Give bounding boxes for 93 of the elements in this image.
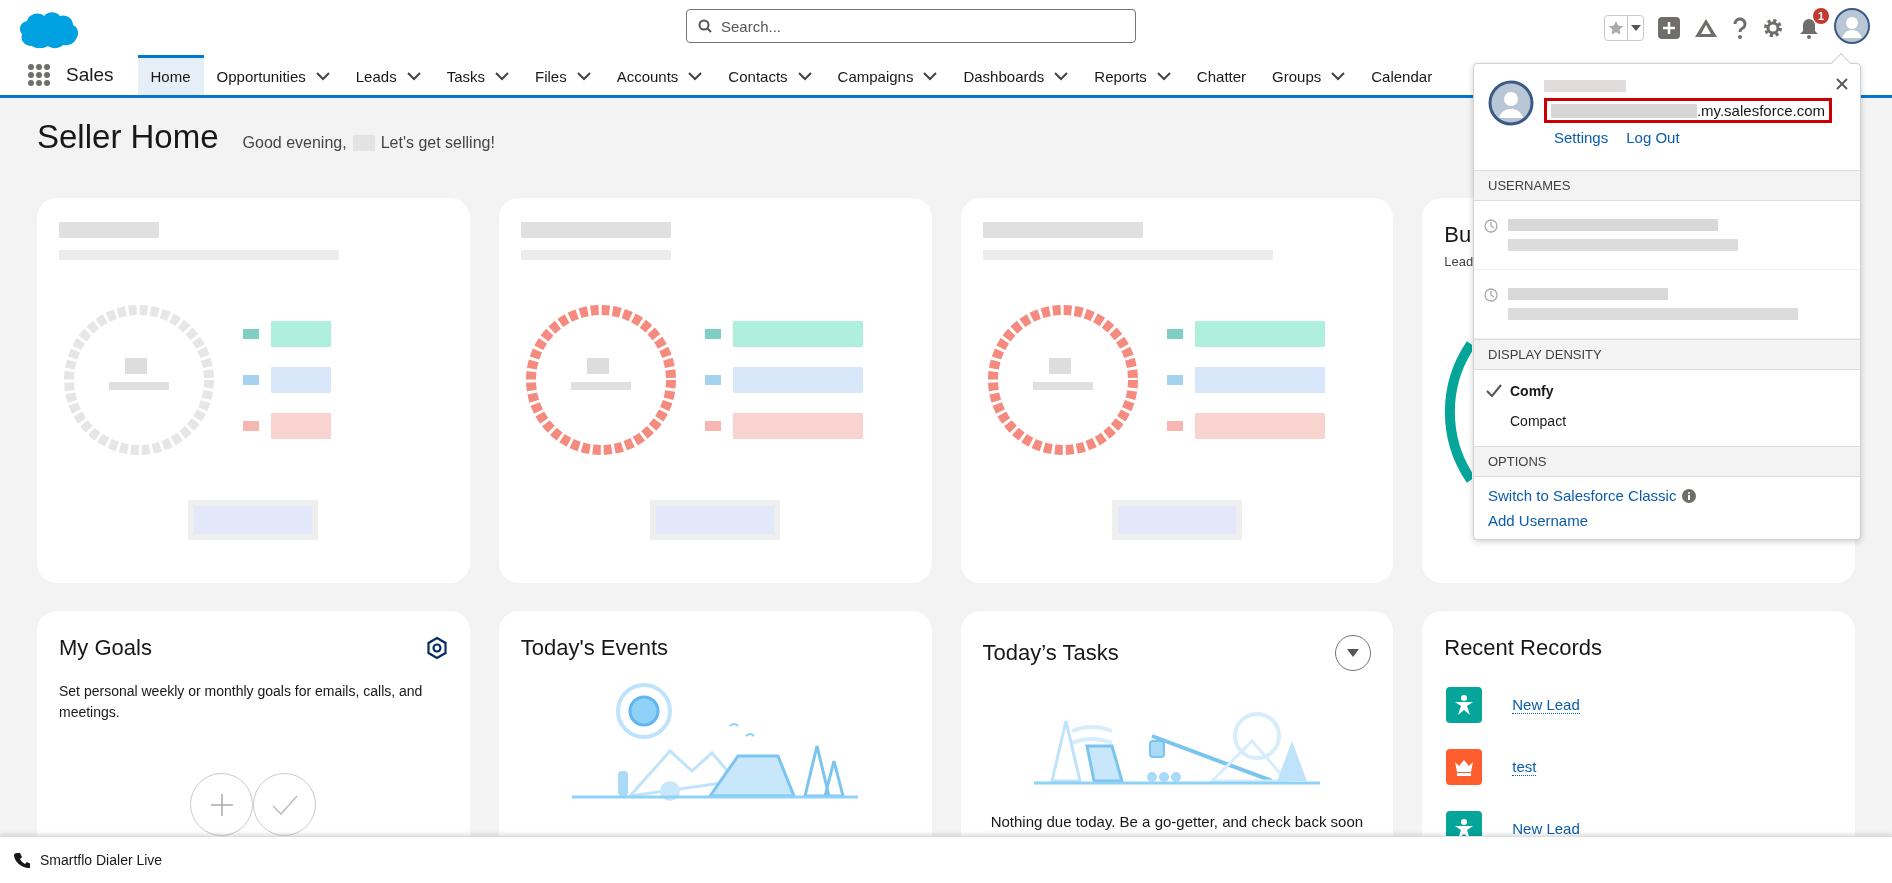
notifications-button[interactable]: [1798, 16, 1820, 39]
nav-tab[interactable]: Reports: [1081, 55, 1184, 95]
legend-swatch: [704, 375, 721, 385]
filter-menu-button[interactable]: [1335, 635, 1372, 671]
section-heading: USERNAMES: [1474, 170, 1860, 201]
profile-link[interactable]: Settings: [1554, 129, 1609, 146]
nav-tab[interactable]: Dashboards: [950, 55, 1082, 95]
info-icon[interactable]: [1682, 488, 1697, 503]
legend-swatch: [243, 329, 259, 339]
chevron-down-icon[interactable]: [406, 72, 421, 81]
nav-tab[interactable]: Campaigns: [824, 55, 951, 95]
caret-icon: [1630, 24, 1641, 31]
app-launcher-icon[interactable]: [28, 64, 50, 86]
page-title: Seller Home: [37, 118, 219, 156]
chevron-down-icon[interactable]: [1331, 72, 1346, 81]
density-option[interactable]: Comfy: [1474, 376, 1860, 406]
nav-tab[interactable]: Opportunities: [203, 55, 343, 95]
profile-link[interactable]: Log Out: [1626, 129, 1680, 146]
goals-description: Set personal weekly or monthly goals for emails, calls, and meetings.: [59, 682, 424, 722]
legend-swatch: [1166, 375, 1183, 385]
utility-bar-label[interactable]: Smartflo Dialer Live: [40, 852, 163, 868]
settings-icon: [1762, 16, 1784, 39]
crown-icon: [1446, 749, 1483, 785]
chevron-down-icon[interactable]: [495, 72, 509, 81]
search-field[interactable]: Search...: [686, 9, 1136, 43]
card-title: Recent Records: [1444, 635, 1602, 661]
search-icon: [698, 19, 712, 33]
help-icon: [1732, 16, 1748, 39]
plus-icon: [209, 792, 234, 817]
legend-swatch: [704, 329, 721, 339]
section-heading: DISPLAY DENSITY: [1474, 339, 1860, 370]
chevron-down-icon[interactable]: [688, 72, 703, 81]
trailhead-button[interactable]: [1694, 17, 1718, 38]
nav-tab[interactable]: Files: [522, 55, 604, 95]
greeting-text: Good evening,: [242, 134, 347, 152]
redacted-text: [271, 413, 331, 439]
card-subtitle: Lead: [1444, 254, 1474, 269]
settings-button[interactable]: [1762, 16, 1784, 39]
section-heading: OPTIONS: [1474, 446, 1860, 477]
clock-icon: [1484, 288, 1498, 302]
chevron-down-icon[interactable]: [576, 72, 591, 81]
goal-settings-button[interactable]: [425, 636, 448, 660]
legend-swatch: [1166, 421, 1183, 431]
person-icon: [1446, 687, 1483, 723]
domain-text: .my.salesforce.com: [1696, 102, 1825, 119]
nav-tab[interactable]: Tasks: [433, 55, 522, 95]
check-icon: [1486, 384, 1502, 398]
tasks-empty-message: Nothing due today. Be a go-getter, and check back soon: [989, 813, 1365, 830]
record-link[interactable]: test: [1512, 758, 1537, 776]
redacted-text: [271, 367, 331, 393]
nav-tab[interactable]: Leads: [342, 55, 434, 95]
chevron-down-icon[interactable]: [797, 72, 812, 81]
mountain-icon: [1694, 17, 1718, 38]
nav-tab[interactable]: Contacts: [715, 55, 825, 95]
redacted-text: [271, 321, 331, 347]
nav-tab[interactable]: Groups: [1259, 55, 1359, 95]
avatar-icon: [1488, 80, 1534, 126]
card-title: Bu: [1444, 222, 1472, 248]
nav-tab[interactable]: Chatter: [1183, 55, 1260, 95]
phone-icon: [14, 852, 30, 868]
check-icon: [271, 794, 298, 815]
card-title: Today’s Tasks: [982, 640, 1119, 666]
settings-icon: [425, 636, 448, 660]
chevron-down-icon[interactable]: [315, 72, 330, 81]
record-link[interactable]: New Lead: [1512, 696, 1580, 714]
chevron-down-icon[interactable]: [1156, 72, 1171, 81]
add-button[interactable]: [1658, 16, 1680, 39]
notification-badge: 1: [1813, 7, 1829, 24]
legend-swatch: [243, 375, 259, 385]
clock-icon: [1484, 219, 1498, 233]
greeting-text: Let's get selling!: [380, 134, 495, 152]
card-title: My Goals: [59, 635, 152, 661]
nav-tab[interactable]: Accounts: [603, 55, 716, 95]
nav-tab[interactable]: Calendar: [1358, 55, 1446, 95]
caret-icon: [1347, 649, 1360, 657]
chevron-down-icon[interactable]: [923, 72, 938, 81]
app-name: Sales: [66, 64, 114, 86]
star-icon: [1608, 19, 1624, 36]
legend-swatch: [243, 421, 259, 431]
plus-icon: [1658, 16, 1680, 39]
avatar-icon[interactable]: [1834, 7, 1870, 44]
bell-icon: [1798, 16, 1820, 39]
density-option[interactable]: Compact: [1474, 406, 1860, 436]
close-icon: [1836, 78, 1848, 90]
legend-swatch: [704, 421, 721, 431]
chevron-down-icon[interactable]: [1054, 72, 1069, 81]
card-title: Today's Events: [520, 635, 669, 661]
option-link[interactable]: Switch to Salesforce Classic: [1488, 487, 1677, 504]
help-button[interactable]: [1732, 16, 1748, 39]
option-link[interactable]: Add Username: [1488, 512, 1589, 529]
nav-tab[interactable]: Home: [137, 55, 204, 95]
favorites-button[interactable]: [1604, 14, 1644, 41]
legend-swatch: [1166, 329, 1183, 339]
